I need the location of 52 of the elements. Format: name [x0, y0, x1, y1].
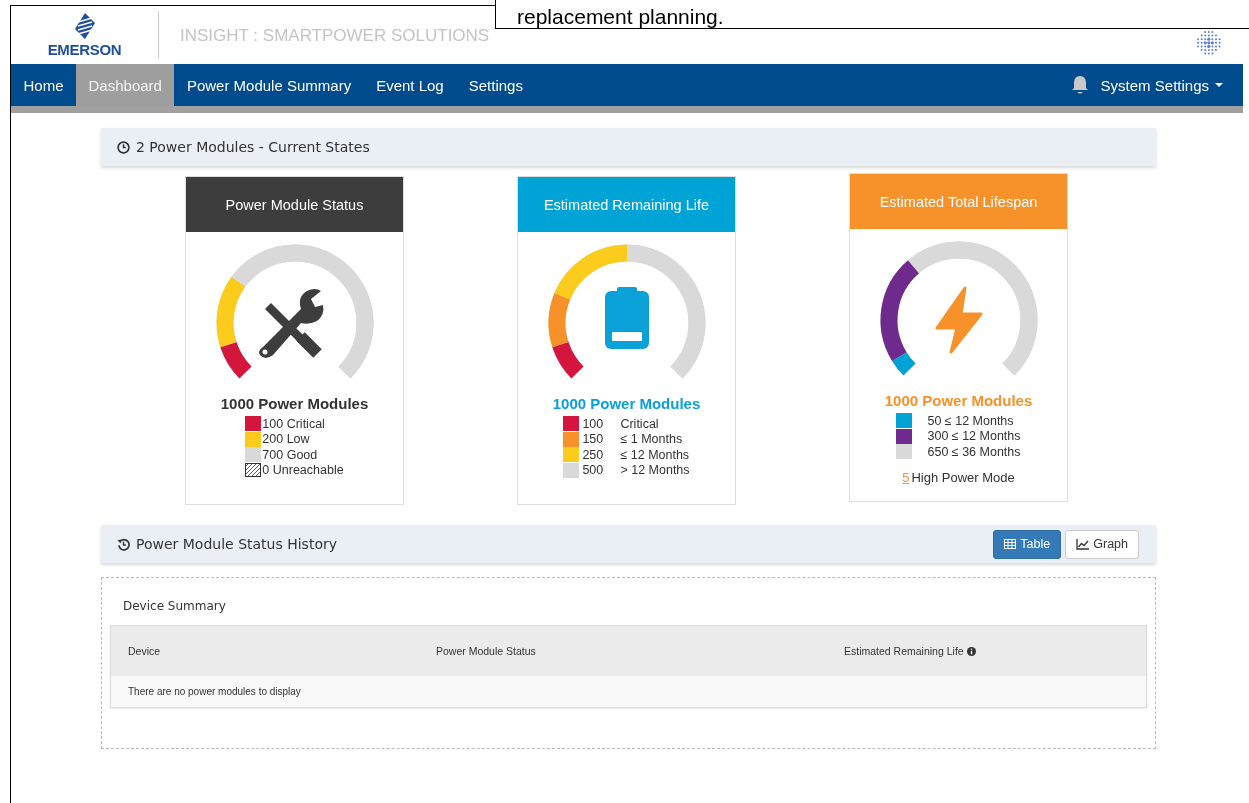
nav-tab[interactable]: Event Log: [363, 64, 457, 106]
legend-label: 100 Critical: [262, 416, 325, 431]
section-title: Device Summary: [123, 599, 227, 615]
legend-label: ≤ 12 Months: [620, 447, 690, 462]
legend-label: ≤ 1 Months: [620, 432, 683, 447]
clock-icon: [117, 140, 130, 154]
line-chart-icon: [1076, 538, 1090, 550]
legend-label: 700 Good: [262, 447, 318, 462]
view-toggle-button[interactable]: Table: [993, 529, 1062, 559]
legend-count: 150: [581, 432, 605, 447]
card-title: Estimated Total Lifespan: [879, 193, 1038, 210]
panel-title: 2 Power Modules - Current States: [136, 139, 370, 155]
info-icon: [966, 646, 976, 656]
hatched-swatch-icon: [245, 463, 262, 478]
column-header: Power Module Status: [436, 645, 537, 657]
view-toggle-button[interactable]: Graph: [1065, 529, 1139, 559]
module-total: 1000 Power Modules: [220, 395, 369, 412]
module-total: 1000 Power Modules: [884, 392, 1033, 409]
column-header: Device: [128, 645, 162, 657]
dots-logo-icon: [1195, 30, 1223, 56]
legend-label: 0 Unreachable: [262, 463, 344, 478]
nav-tab[interactable]: Home: [11, 64, 76, 106]
card-title: Estimated Remaining Life: [543, 196, 710, 213]
callout-text: replacement planning.: [517, 6, 724, 28]
table-icon: [1004, 539, 1017, 549]
caret-icon: [1215, 83, 1223, 87]
module-total: 1000 Power Modules: [552, 395, 701, 412]
legend-label: Critical: [620, 416, 659, 431]
logo-text: EMERSON: [47, 40, 122, 58]
legend-label: > 12 Months: [620, 463, 690, 478]
column-header: Estimated Remaining Life: [844, 645, 1146, 657]
legend-label: 200 Low: [262, 432, 310, 447]
legend-count: 100: [581, 416, 605, 431]
logo-icon: [74, 12, 95, 39]
nav-tab[interactable]: Settings: [456, 64, 536, 106]
legend-label: 50 ≤ 12 Months: [926, 413, 1014, 428]
battery-icon: [604, 287, 649, 349]
legend-label: 650 ≤ 36 Months: [926, 444, 1021, 459]
empty-message: There are no power modules to display: [128, 686, 301, 697]
panel-title: Power Module Status History: [136, 536, 337, 552]
card-title: Power Module Status: [225, 196, 364, 213]
lightning-icon: [935, 286, 982, 354]
legend-count: 250: [581, 447, 605, 462]
high-power-label: High Power Mode: [911, 469, 1015, 485]
system-settings-menu[interactable]: System Settings: [1100, 76, 1223, 94]
bell-icon[interactable]: [1070, 75, 1089, 95]
app-title: INSIGHT : SMARTPOWER SOLUTIONS: [180, 26, 490, 46]
nav-tab[interactable]: Power Module Summary: [174, 64, 364, 106]
history-icon: [117, 537, 130, 551]
tools-icon: [258, 289, 323, 358]
legend-count: 500: [581, 463, 605, 478]
legend-label: 300 ≤ 12 Months: [926, 429, 1021, 444]
